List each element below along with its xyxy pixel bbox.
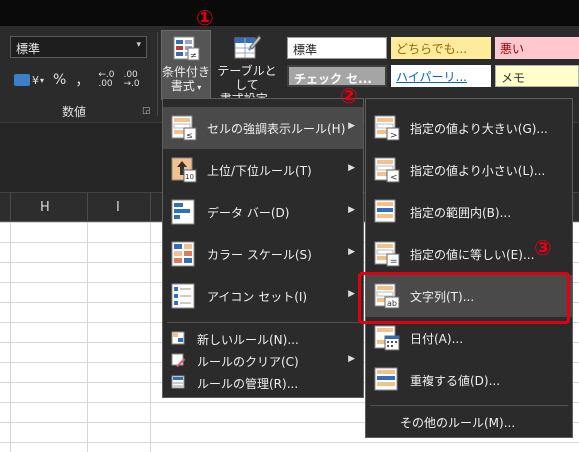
- number-tools: ¥ ▾ % ， ←.0.00 .00 →.0: [14, 70, 140, 90]
- menu-item-highlight-cells-rules[interactable]: ≤ セルの強調表示ルール(H) ▶: [163, 107, 363, 149]
- data-bars-icon: [171, 199, 197, 225]
- highlight-cells-rules-submenu: > 指定の値より大きい(G)... < 指定の値より小さい(L)... 指定の範…: [365, 98, 573, 438]
- column-header-h[interactable]: H: [40, 200, 50, 215]
- icon-sets-icon: [171, 283, 197, 309]
- equal-to-icon: =: [374, 241, 400, 267]
- menu-item-label: 指定の値に等しい(E)...: [410, 248, 535, 262]
- callout-number-1: ①: [196, 6, 214, 30]
- column-divider: [10, 193, 11, 223]
- cell-style-note[interactable]: メモ: [495, 65, 579, 87]
- number-group-label: 数値: [62, 105, 87, 119]
- menu-item-icon-sets[interactable]: アイコン セット(I) ▶: [163, 275, 363, 317]
- conditional-formatting-label-2: 書式: [170, 79, 195, 93]
- highlight-cells-rules-icon: ≤: [171, 115, 197, 141]
- menu-item-label: 指定の範囲内(B)...: [410, 206, 512, 220]
- chevron-down-icon: ▾: [194, 83, 202, 92]
- submenu-arrow-icon: ▶: [348, 163, 355, 173]
- chevron-down-icon: ▾: [40, 75, 45, 85]
- manage-rules-icon: [171, 375, 185, 389]
- title-bar: [0, 0, 579, 26]
- conditional-formatting-label-1: 条件付き: [162, 65, 211, 79]
- cell-style-neutral[interactable]: どちらでも...: [391, 37, 491, 59]
- submenu-arrow-icon: ▶: [348, 121, 355, 131]
- format-as-table-button[interactable]: テーブルとして 書式設定 ▾: [213, 30, 281, 106]
- svg-text:10: 10: [185, 173, 194, 181]
- number-format-dropdown[interactable]: 標準 ▾: [10, 36, 147, 58]
- menu-item-label: セルの強調表示ルール(H): [207, 122, 346, 136]
- column-header-i[interactable]: I: [116, 200, 120, 215]
- format-as-table-label-1: テーブルとして: [217, 64, 277, 92]
- menu-item-greater-than[interactable]: > 指定の値より大きい(G)...: [366, 107, 572, 149]
- comma-button[interactable]: ，: [75, 70, 89, 90]
- menu-item-new-rule[interactable]: 新しいルール(N)...: [163, 327, 363, 349]
- svg-text:>: >: [390, 131, 398, 141]
- format-as-table-icon: [233, 33, 262, 61]
- menu-item-clear-rules[interactable]: ルールのクリア(C) ▶: [163, 349, 363, 371]
- selection-highlight-box: [358, 272, 570, 324]
- conditional-formatting-button[interactable]: ≠ 条件付き 書式 ▾: [161, 30, 211, 100]
- cell-style-hyperlink[interactable]: ハイパーリ...: [391, 65, 491, 87]
- svg-text:≠: ≠: [190, 51, 197, 60]
- menu-item-label: 指定の値より大きい(G)...: [410, 122, 548, 136]
- menu-item-label: ルールの管理(R)...: [197, 377, 299, 391]
- date-occurring-icon: [374, 325, 400, 351]
- cell-style-check-cell[interactable]: チェック セ...: [287, 65, 387, 87]
- color-scales-icon: [171, 241, 197, 267]
- menu-item-color-scales[interactable]: カラー スケール(S) ▶: [163, 233, 363, 275]
- menu-item-label: アイコン セット(I): [207, 290, 308, 304]
- menu-item-manage-rules[interactable]: ルールの管理(R)...: [163, 371, 363, 393]
- grid-column-line: [150, 222, 151, 452]
- menu-item-label: データ バー(D): [207, 206, 290, 220]
- menu-divider: [370, 405, 568, 406]
- grid-column-line: [10, 222, 11, 452]
- menu-item-label: 重複する値(D)...: [410, 374, 501, 388]
- menu-item-label: 指定の値より小さい(L)...: [410, 164, 546, 178]
- conditional-formatting-menu: ≤ セルの強調表示ルール(H) ▶ 10 上位/下位ルール(T) ▶ データ バ…: [162, 98, 364, 398]
- cell-style-bad[interactable]: 悪い: [495, 37, 579, 59]
- clear-rules-icon: [171, 353, 185, 367]
- menu-item-duplicate-values[interactable]: 重複する値(D)...: [366, 359, 572, 401]
- svg-text:<: <: [390, 173, 398, 183]
- group-divider: [157, 32, 158, 116]
- menu-item-top-bottom-rules[interactable]: 10 上位/下位ルール(T) ▶: [163, 149, 363, 191]
- column-divider: [150, 193, 151, 223]
- decrease-decimal-icon[interactable]: .00 →.0: [123, 71, 139, 89]
- callout-number-2: ②: [340, 84, 358, 108]
- menu-item-label: 新しいルール(N)...: [197, 333, 299, 347]
- grid-column-line: [87, 222, 88, 452]
- menu-item-label: カラー スケール(S): [207, 248, 312, 262]
- menu-item-less-than[interactable]: < 指定の値より小さい(L)...: [366, 149, 572, 191]
- duplicate-values-icon: [374, 367, 400, 393]
- greater-than-icon: >: [374, 115, 400, 141]
- submenu-arrow-icon: ▶: [348, 205, 355, 215]
- menu-item-label: 日付(A)...: [410, 332, 464, 346]
- svg-text:=: =: [390, 257, 398, 267]
- svg-text:≤: ≤: [186, 131, 193, 140]
- cell-style-normal[interactable]: 標準: [287, 37, 387, 59]
- menu-item-label: ルールのクリア(C): [197, 355, 299, 369]
- menu-item-more-rules[interactable]: その他のルール(M)...: [366, 409, 572, 433]
- conditional-formatting-icon: ≠: [172, 34, 200, 62]
- top-bottom-rules-icon: 10: [171, 157, 197, 183]
- menu-divider: [167, 322, 359, 323]
- column-divider: [87, 193, 88, 223]
- between-icon: [374, 199, 400, 225]
- increase-decimal-icon[interactable]: ←.0.00: [98, 71, 114, 89]
- new-rule-icon: [171, 331, 185, 345]
- currency-icon: [14, 74, 30, 86]
- currency-button[interactable]: ¥ ▾: [14, 74, 44, 87]
- menu-item-label: その他のルール(M)...: [400, 416, 516, 430]
- menu-item-data-bars[interactable]: データ バー(D) ▶: [163, 191, 363, 233]
- submenu-arrow-icon: ▶: [348, 247, 355, 257]
- dialog-launcher-icon[interactable]: ◲: [142, 106, 151, 116]
- menu-item-label: 上位/下位ルール(T): [207, 164, 312, 178]
- menu-item-between[interactable]: 指定の範囲内(B)...: [366, 191, 572, 233]
- submenu-arrow-icon: ▶: [348, 354, 355, 364]
- less-than-icon: <: [374, 157, 400, 183]
- percent-button[interactable]: %: [53, 72, 66, 88]
- number-format-value: 標準: [16, 42, 41, 56]
- submenu-arrow-icon: ▶: [348, 289, 355, 299]
- chevron-down-icon: ▾: [136, 40, 141, 50]
- callout-number-3: ③: [534, 236, 552, 260]
